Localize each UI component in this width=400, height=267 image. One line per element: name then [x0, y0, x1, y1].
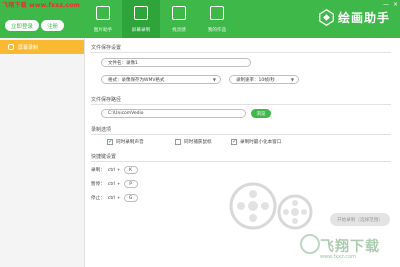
option-capture-mouse[interactable]: 同时捕获鼠标	[175, 139, 212, 145]
tab-label: 找灵感	[172, 28, 186, 33]
start-record-button[interactable]: 开始录制（选择范围）	[330, 213, 390, 226]
sidebar: 屏幕录制	[0, 38, 85, 267]
sidebar-item-label: 屏幕录制	[18, 44, 39, 51]
video-camera-icon	[134, 6, 148, 20]
logo-icon	[319, 9, 334, 26]
hotkey-key-input[interactable]: P	[123, 180, 138, 188]
section-title-file-settings: 文件保存设置	[91, 45, 122, 51]
lightbulb-icon	[172, 6, 186, 20]
film-reel-icon	[229, 182, 313, 230]
hotkey-combo: ctrl +	[107, 181, 121, 187]
hotkey-label: 录制：	[91, 168, 105, 173]
hotkey-key-input[interactable]: K	[123, 166, 138, 174]
option-label: 录制时最小化本窗口	[240, 140, 282, 145]
hotkey-combo: ctrl +	[107, 195, 121, 201]
close-button[interactable]: ×	[393, 1, 398, 8]
hotkey-row-record: 录制： ctrl + K	[91, 166, 138, 174]
record-icon	[8, 44, 14, 50]
logo-text: 绘画助手	[338, 11, 391, 25]
hotkey-row-pause: 暂停： ctrl + P	[91, 180, 138, 188]
hotkey-combo: ctrl +	[107, 167, 121, 173]
format-value: 格式：录像保存为WMV格式	[108, 77, 165, 83]
app-logo: 绘画助手	[318, 9, 390, 26]
checkbox[interactable]	[231, 138, 237, 145]
account-group: 立即登录 注册	[5, 20, 65, 31]
tab-label: 图片助手	[93, 28, 113, 33]
hotkey-key-input[interactable]: G	[123, 194, 138, 202]
bitrate-value: 录制速率：10帧/秒	[236, 77, 275, 83]
save-path-input[interactable]: C:\UnicomVedio	[101, 109, 246, 118]
hotkey-row-stop: 停止： ctrl + G	[91, 194, 138, 202]
bitrate-select[interactable]: 录制速率：10帧/秒 ▼	[229, 75, 299, 84]
top-bar: 飞翔下载 www.fxxz.com 立即登录 注册 图片助手 屏幕录制 找灵感 …	[0, 0, 400, 38]
image-edit-icon	[96, 6, 110, 20]
divider	[91, 104, 391, 105]
main-nav: 图片助手 屏幕录制 找灵感 我的作品	[84, 0, 236, 38]
divider	[91, 52, 391, 53]
gallery-icon	[210, 6, 224, 20]
option-label: 同时捕获鼠标	[184, 140, 212, 145]
checkbox[interactable]	[107, 138, 113, 145]
option-minimize-window[interactable]: 录制时最小化本窗口	[231, 138, 282, 145]
watermark-logo	[300, 234, 320, 254]
divider	[91, 134, 391, 135]
section-title-options: 录制选项	[91, 127, 112, 133]
section-title-save-path: 文件保存路径	[91, 97, 122, 103]
hotkey-label: 暂停：	[91, 182, 105, 187]
format-select[interactable]: 格式：录像保存为WMV格式 ▼	[101, 75, 221, 84]
watermark-top: 飞翔下载 www.fxxz.com	[2, 2, 81, 9]
option-record-sound[interactable]: 同时录制声音	[107, 138, 144, 145]
tab-image-helper[interactable]: 图片助手	[84, 0, 122, 38]
filename-input[interactable]: 文件名：录像1	[101, 58, 251, 67]
chevron-down-icon: ▼	[212, 77, 216, 82]
browse-button[interactable]: 浏览	[251, 109, 271, 118]
watermark-bottom-url: www.fxxz.com	[320, 254, 356, 260]
checkbox[interactable]	[175, 139, 181, 145]
option-label: 同时录制声音	[116, 140, 144, 145]
register-button[interactable]: 注册	[41, 20, 65, 31]
tab-screen-record[interactable]: 屏幕录制	[122, 0, 160, 38]
watermark-bottom: 飞翔下载	[320, 239, 380, 255]
hotkey-label: 停止：	[91, 196, 105, 201]
section-title-hotkeys: 快捷键设置	[91, 154, 117, 160]
main-panel: 文件保存设置 文件名：录像1 格式：录像保存为WMV格式 ▼ 录制速率：10帧/…	[85, 38, 400, 267]
minimize-button[interactable]: —	[383, 1, 389, 8]
tab-label: 屏幕录制	[131, 28, 151, 33]
chevron-down-icon: ▼	[290, 77, 294, 82]
window-controls: — ×	[383, 1, 398, 8]
divider	[91, 161, 391, 162]
login-button[interactable]: 立即登录	[5, 20, 40, 31]
tab-my-works[interactable]: 我的作品	[198, 0, 236, 38]
tab-label: 我的作品	[207, 28, 227, 33]
sidebar-item-screen-record[interactable]: 屏幕录制	[0, 40, 84, 54]
tab-inspiration[interactable]: 找灵感	[160, 0, 198, 38]
